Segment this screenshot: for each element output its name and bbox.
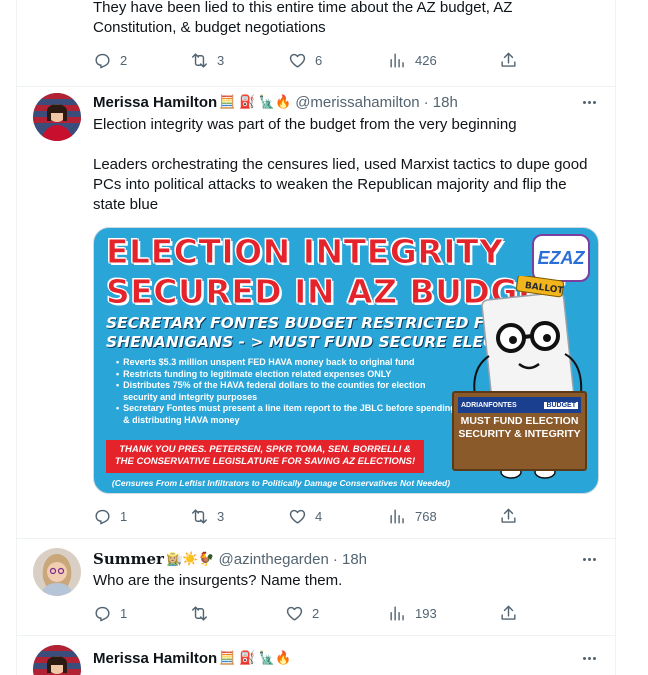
author-name[interactable]: Merissa Hamilton	[93, 650, 217, 667]
share-icon	[501, 605, 516, 620]
share-button[interactable]	[499, 51, 518, 70]
share-button[interactable]	[499, 604, 518, 623]
views-button[interactable]: 426	[388, 51, 437, 70]
retweet-button[interactable]: 3	[190, 507, 224, 526]
like-count: 6	[315, 52, 323, 68]
image-bullet: • Distributes 75% of the HAVA federal dol…	[116, 380, 426, 402]
tweet-0-text: They have been lied to this entire time …	[93, 0, 517, 36]
avatar[interactable]	[33, 93, 81, 141]
author-emojis: 🧮 ⛽ 🗽🔥	[219, 94, 292, 109]
views-button[interactable]: 768	[388, 507, 437, 526]
retweet-button[interactable]: 3	[190, 51, 224, 70]
tweet-2-actions: 1 2 193	[93, 603, 523, 623]
tweet-1-header: Merissa Hamilton 🧮 ⛽ 🗽🔥 @merissahamilton…	[93, 92, 458, 112]
image-bullets: • Reverts $5.3 million unspent FED HAVA m…	[116, 357, 461, 426]
author-handle[interactable]: @merissahamilton	[295, 94, 419, 111]
avatar[interactable]	[33, 548, 81, 596]
timeline-right-border	[615, 0, 616, 675]
views-count: 426	[415, 52, 437, 68]
tweet-1-actions: 1 3 4 768	[93, 506, 523, 526]
reply-button[interactable]: 2	[93, 51, 127, 70]
sign-name: ADRIANFONTES	[461, 401, 517, 409]
retweet-icon	[192, 508, 207, 524]
sign-badge: BUDGET	[544, 401, 578, 409]
reply-icon	[95, 53, 110, 68]
reply-button[interactable]: 1	[93, 604, 127, 623]
tweet-divider	[16, 635, 615, 636]
image-bullet: • Secretary Fontes must present a line it…	[116, 403, 456, 425]
avatar-merissa	[33, 93, 81, 141]
tweet-1-text: Election integrity was part of the budge…	[93, 116, 588, 213]
author-name[interactable]: 𝐒𝐮𝐦𝐦𝐞𝐫	[93, 550, 164, 568]
like-count: 2	[312, 605, 320, 621]
retweet-count: 3	[217, 508, 225, 524]
tweet-time[interactable]: · 18h	[333, 551, 367, 568]
image-footer-note: (Censures From Leftist Infiltrators to P…	[111, 478, 451, 488]
views-count: 193	[415, 605, 437, 621]
like-icon	[289, 53, 306, 68]
image-bullet: • Restricts funding to legitimate electio…	[116, 368, 392, 379]
reply-count: 2	[120, 52, 128, 68]
more-button[interactable]	[580, 648, 598, 668]
views-count: 768	[415, 508, 437, 524]
more-icon	[582, 656, 596, 660]
timeline-left-border	[16, 0, 17, 675]
more-button[interactable]	[580, 92, 598, 112]
reply-icon	[95, 606, 110, 621]
tweet-image[interactable]: ELECTION INTEGRITY SECURED IN AZ BUDGET …	[93, 227, 599, 494]
share-icon	[501, 52, 516, 67]
author-emojis: 👩🏼‍🌾☀️🐓	[165, 551, 215, 566]
avatar[interactable]	[33, 645, 81, 675]
image-bullet: • Reverts $5.3 million unspent FED HAVA m…	[116, 357, 415, 367]
author-name[interactable]: Merissa Hamilton	[93, 94, 217, 111]
like-icon	[286, 606, 303, 621]
views-icon	[390, 52, 404, 68]
views-icon	[390, 605, 404, 621]
tweet-2-text: Who are the insurgents? Name them.	[93, 572, 343, 589]
like-icon	[289, 509, 306, 524]
more-icon	[582, 100, 596, 104]
more-button[interactable]	[580, 549, 598, 569]
reply-count: 1	[120, 508, 128, 524]
more-icon	[582, 557, 596, 561]
author-handle[interactable]: @azinthegarden	[219, 551, 329, 568]
tweet-3-header: Merissa Hamilton 🧮 ⛽ 🗽🔥	[93, 648, 291, 668]
avatar-summer	[33, 548, 81, 596]
retweet-icon	[192, 605, 207, 621]
sign-text: MUST FUND ELECTION SECURITY & INTEGRITY	[458, 415, 581, 440]
views-icon	[390, 508, 404, 524]
like-count: 4	[315, 508, 323, 524]
ezaz-logo: EZAZ	[532, 234, 590, 282]
tweet-divider	[16, 86, 615, 87]
tweet-time[interactable]: · 18h	[424, 94, 458, 111]
retweet-count: 3	[217, 52, 225, 68]
reply-count: 1	[120, 605, 128, 621]
retweet-icon	[192, 52, 207, 68]
views-button[interactable]: 193	[388, 604, 437, 623]
image-thanks-banner: THANK YOU PRES. PETERSEN, SPKR TOMA, SEN…	[106, 440, 424, 473]
tweet-divider	[16, 538, 615, 539]
author-emojis: 🧮 ⛽ 🗽🔥	[219, 650, 292, 665]
fontes-budget-sign: ADRIANFONTES BUDGET MUST FUND ELECTION S…	[452, 391, 587, 471]
like-button[interactable]: 4	[288, 507, 322, 526]
reply-button[interactable]: 1	[93, 507, 127, 526]
tweet-0-actions: 2 3 6 426	[93, 50, 523, 70]
like-button[interactable]: 6	[288, 51, 322, 70]
share-button[interactable]	[499, 507, 518, 526]
reply-icon	[95, 509, 110, 524]
tweet-2-header: 𝐒𝐮𝐦𝐦𝐞𝐫 👩🏼‍🌾☀️🐓 @azinthegarden · 18h	[93, 549, 367, 569]
like-button[interactable]: 2	[285, 604, 319, 623]
image-title-line1: ELECTION INTEGRITY	[105, 232, 504, 272]
share-icon	[501, 508, 516, 523]
retweet-button[interactable]	[190, 604, 217, 623]
avatar-merissa	[33, 645, 81, 675]
